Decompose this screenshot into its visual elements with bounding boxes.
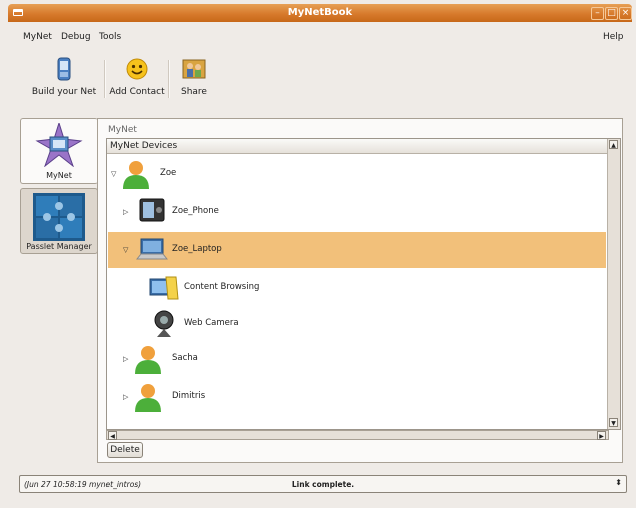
people-icon — [182, 59, 206, 79]
expander-open-icon[interactable]: ▽ — [111, 170, 116, 178]
app-window: MyNetBook – □ × MyNet Debug Tools Help B… — [0, 0, 636, 508]
device-icon — [57, 57, 71, 81]
tab-passlet-manager[interactable]: Passlet Manager — [20, 188, 98, 254]
person-icon — [123, 161, 149, 189]
webcam-icon — [154, 310, 174, 337]
add-contact-button[interactable]: Add Contact — [108, 54, 166, 102]
mynet-star-icon — [35, 123, 83, 167]
laptop-icon — [136, 238, 168, 260]
build-net-label: Build your Net — [31, 87, 97, 97]
vertical-scrollbar[interactable]: ▲ ▼ — [607, 139, 620, 429]
person-icon — [135, 384, 161, 412]
tree-label-content-browsing: Content Browsing — [184, 282, 260, 292]
tree-row-sacha[interactable]: ▷ Sacha — [108, 341, 606, 377]
puzzle-icon — [33, 193, 85, 241]
tab-passlet-label: Passlet Manager — [26, 242, 92, 251]
devices-tree[interactable]: MyNet Devices ▲ ▼ ▽ Zoe ▷ Zoe_Phone ▽ Zo… — [106, 138, 621, 430]
menu-bar: MyNet Debug Tools Help — [23, 32, 624, 46]
tree-row-zoe[interactable]: ▽ Zoe — [108, 156, 606, 192]
expander-open-icon[interactable]: ▽ — [123, 246, 128, 254]
tab-mynet-label: MyNet — [46, 171, 72, 180]
add-contact-label: Add Contact — [109, 87, 165, 97]
tree-row-content-browsing[interactable]: Content Browsing — [108, 270, 606, 306]
minimize-button[interactable]: – — [591, 7, 604, 20]
tree-label-dimitris: Dimitris — [172, 391, 206, 401]
menu-debug[interactable]: Debug — [61, 32, 91, 42]
tree-row-web-camera[interactable]: Web Camera — [108, 306, 606, 342]
tree-row-zoe-laptop[interactable]: ▽ Zoe_Laptop — [108, 232, 606, 268]
scroll-down-icon[interactable]: ▼ — [609, 418, 618, 427]
share-button[interactable]: Share — [172, 54, 216, 102]
phone-icon — [139, 198, 165, 222]
menu-mynet[interactable]: MyNet — [23, 32, 52, 42]
scroll-up-icon[interactable]: ▲ — [609, 140, 618, 149]
toolbar-separator — [168, 60, 170, 98]
menu-help[interactable]: Help — [603, 32, 624, 42]
tree-label-zoe-phone: Zoe_Phone — [172, 206, 219, 216]
expander-closed-icon[interactable]: ▷ — [123, 208, 128, 216]
close-button[interactable]: × — [619, 7, 632, 20]
build-net-button[interactable]: Build your Net — [26, 54, 102, 102]
breadcrumb: MyNet — [108, 125, 137, 135]
maximize-button[interactable]: □ — [605, 7, 618, 20]
tree-label-sacha: Sacha — [172, 353, 198, 363]
status-message: Link complete. — [291, 480, 355, 489]
tree-label-web-camera: Web Camera — [184, 318, 239, 328]
status-spinner-icon[interactable]: ⬍ — [615, 478, 622, 487]
tree-row-zoe-phone[interactable]: ▷ Zoe_Phone — [108, 194, 606, 230]
expander-closed-icon[interactable]: ▷ — [123, 393, 128, 401]
expander-closed-icon[interactable]: ▷ — [123, 355, 128, 363]
person-icon — [135, 346, 161, 374]
tree-label-zoe-laptop: Zoe_Laptop — [172, 244, 222, 254]
share-label: Share — [181, 87, 207, 97]
tree-header[interactable]: MyNet Devices — [107, 139, 607, 154]
scroll-right-icon[interactable]: ▶ — [597, 431, 606, 440]
tab-mynet[interactable]: MyNet — [20, 118, 98, 184]
scroll-left-icon[interactable]: ◀ — [108, 431, 117, 440]
window-title: MyNetBook — [287, 7, 353, 18]
browser-icon — [149, 276, 179, 300]
tree-label-zoe: Zoe — [160, 168, 177, 178]
title-bar: MyNetBook – □ × — [8, 4, 632, 22]
tree-row-dimitris[interactable]: ▷ Dimitris — [108, 379, 606, 415]
status-bar: (Jun 27 10:58:19 mynet_intros) Link comp… — [19, 475, 627, 493]
delete-button[interactable]: Delete — [107, 442, 143, 458]
horizontal-scrollbar[interactable]: ◀ ▶ — [106, 430, 609, 440]
menu-tools[interactable]: Tools — [99, 32, 121, 42]
toolbar-separator — [104, 60, 106, 98]
smiley-icon — [126, 58, 148, 80]
